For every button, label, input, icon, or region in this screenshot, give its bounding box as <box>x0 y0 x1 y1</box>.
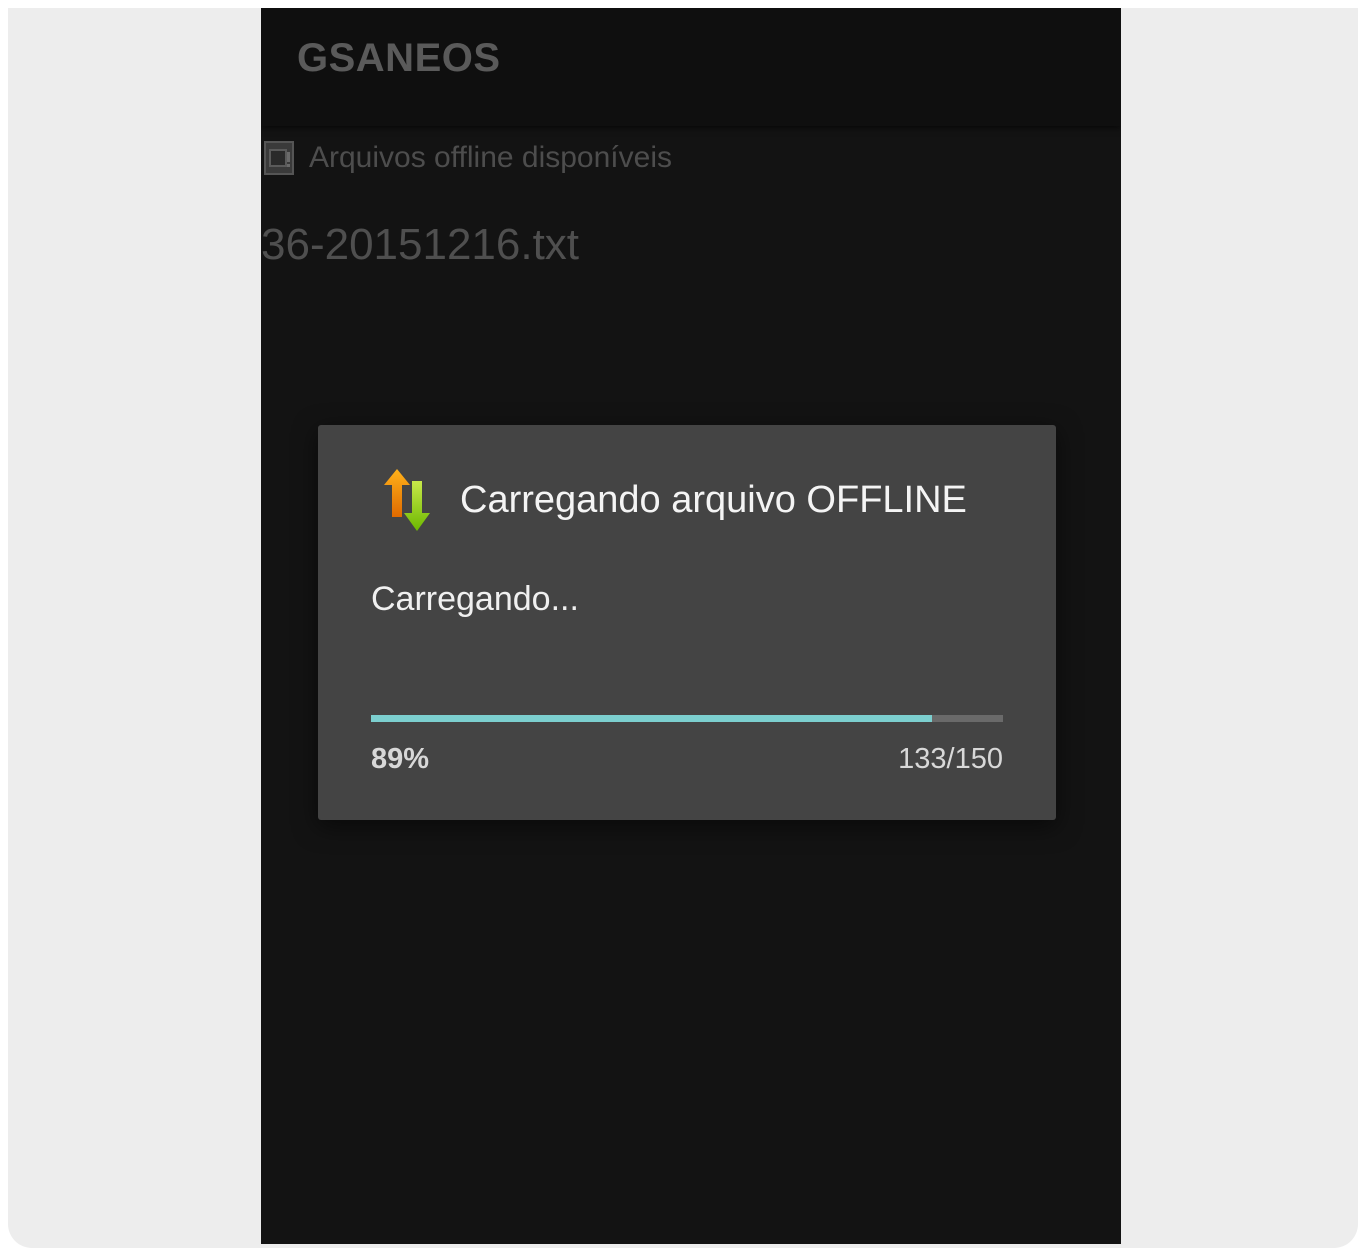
progress-percent: 89% <box>371 743 430 775</box>
offline-files-label: Arquivos offline disponíveis <box>309 141 672 174</box>
dialog-title: Carregando arquivo OFFLINE <box>460 479 967 521</box>
loading-dialog: Carregando arquivo OFFLINE Carregando...… <box>318 425 1056 820</box>
sd-card-icon <box>261 140 297 176</box>
up-down-arrows-icon <box>380 467 434 533</box>
screenshot-frame: GSANEOS Arquivos offline disponíveis 36-… <box>8 8 1358 1248</box>
app-bar: GSANEOS <box>261 8 1121 126</box>
progress-bar-fill <box>371 715 932 722</box>
app-title: GSANEOS <box>297 36 501 80</box>
dialog-message: Carregando... <box>371 580 579 618</box>
progress-count: 133/150 <box>898 743 1003 775</box>
file-list-item[interactable]: 36-20151216.txt <box>261 220 579 270</box>
progress-bar <box>371 715 1003 722</box>
offline-files-section-header: Arquivos offline disponíveis <box>261 136 672 180</box>
phone-screen: GSANEOS Arquivos offline disponíveis 36-… <box>261 8 1121 1244</box>
